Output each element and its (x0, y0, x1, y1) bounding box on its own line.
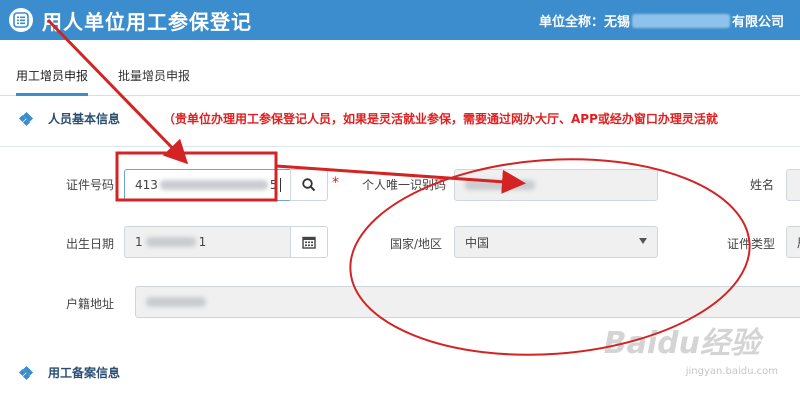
household-address-field[interactable] (135, 286, 800, 318)
notice-text: （贵单位办理用工参保登记人员，如果是灵活就业参保，需要通过网办大厅、APP或经办… (163, 112, 718, 126)
birth-date-label: 出生日期 (66, 237, 115, 251)
unit-name: 单位全称：无锡 有限公司 (539, 11, 784, 30)
baidu-watermark: Baidu经验 (603, 326, 760, 361)
country-value: 中国 (465, 235, 490, 250)
birth-date-field[interactable]: 1 1 (124, 226, 292, 258)
name-label: 姓名 (750, 178, 775, 192)
unique-id-redacted (465, 180, 535, 190)
id-type-label: 证件类型 (727, 237, 776, 251)
unique-id-field[interactable] (454, 169, 658, 201)
country-label: 国家/地区 (390, 237, 443, 251)
section-filing-title: 用工备案信息 (48, 366, 121, 380)
section-basic-info: 人员基本信息 (18, 110, 121, 127)
diamond-icon (18, 365, 34, 380)
household-address-redacted (146, 297, 206, 307)
search-icon (302, 178, 316, 192)
country-select[interactable]: 中国 (454, 226, 658, 258)
calendar-icon (302, 236, 316, 249)
id-number-redacted (159, 180, 268, 190)
tab-single-add[interactable]: 用工增员申报 (16, 67, 89, 96)
section-basic-title: 人员基本信息 (48, 112, 121, 126)
unit-name-redacted (631, 13, 730, 28)
page-title: 用人单位用工参保登记 (42, 10, 252, 34)
household-address-label: 户籍地址 (66, 297, 115, 311)
calendar-button[interactable] (290, 226, 328, 258)
app-header: 用人单位用工参保登记 单位全称：无锡 有限公司 (0, 0, 800, 40)
divider (0, 146, 800, 147)
search-button[interactable] (290, 169, 328, 201)
birth-date-start: 1 (135, 235, 143, 249)
list-icon (9, 8, 33, 32)
id-number-input[interactable]: 413 5 (124, 169, 292, 201)
section-filing-info: 用工备案信息 (18, 364, 121, 381)
id-number-start: 413 (135, 178, 158, 192)
name-field[interactable] (786, 169, 800, 201)
baidu-watermark-url: jingyan.baidu.com (685, 366, 778, 377)
diamond-icon (18, 111, 34, 126)
required-mark: * (332, 175, 339, 191)
id-number-end: 5 (269, 178, 278, 192)
tab-batch-add[interactable]: 批量增员申报 (118, 67, 190, 84)
id-number-label: 证件号码 (66, 178, 115, 192)
text-cursor (279, 178, 281, 192)
chevron-down-icon (639, 238, 647, 244)
unit-label: 单位全称：无锡 (538, 15, 630, 30)
birth-date-redacted (145, 237, 196, 247)
unique-id-label: 个人唯一识别码 (362, 178, 447, 192)
birth-date-end: 1 (198, 235, 207, 249)
id-type-select[interactable]: 居 (786, 226, 800, 258)
tab-bar: 用工增员申报 批量增员申报 (0, 40, 800, 96)
unit-suffix: 有限公司 (731, 15, 784, 30)
